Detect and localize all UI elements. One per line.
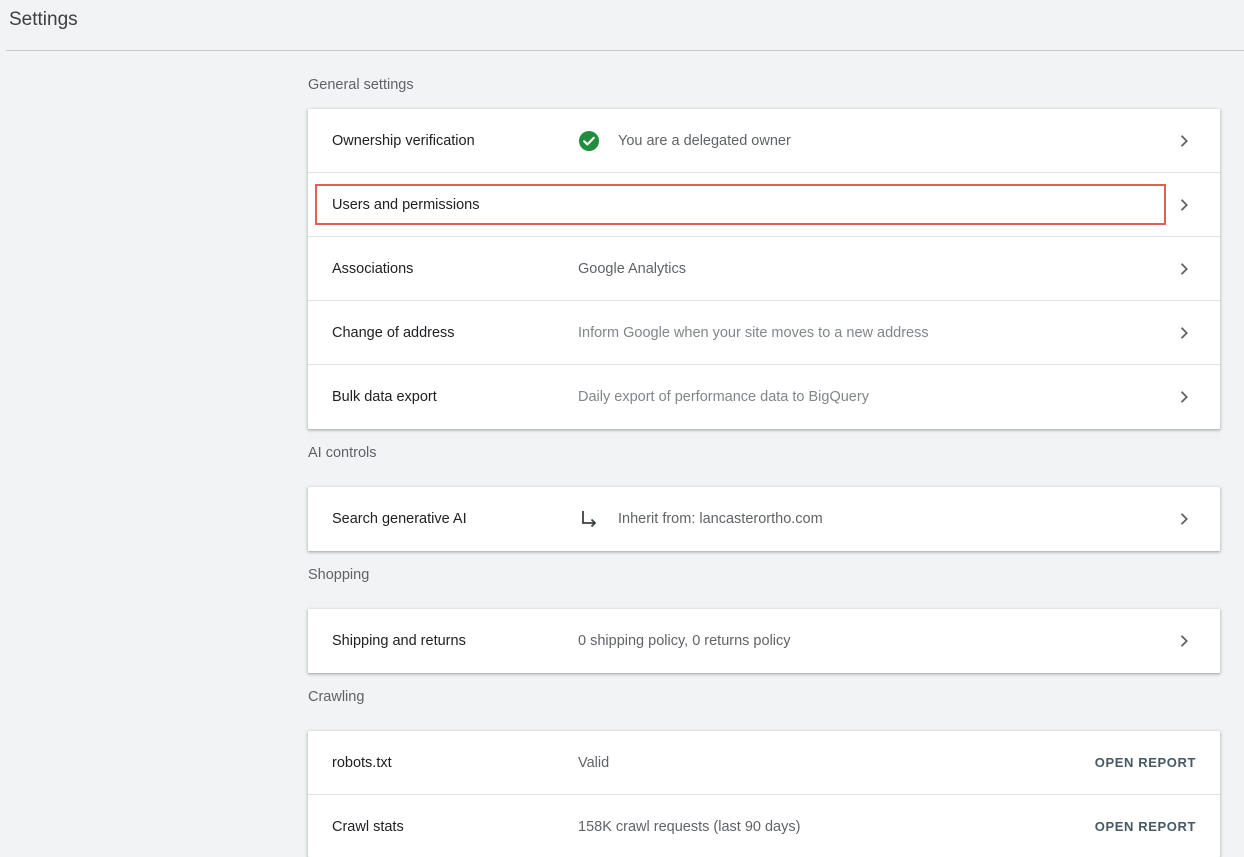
chevron-right-icon[interactable] <box>1176 133 1192 149</box>
open-report-button[interactable]: OPEN REPORT <box>1095 795 1196 857</box>
row-label: Shipping and returns <box>332 633 466 649</box>
chevron-right-icon[interactable] <box>1176 261 1192 277</box>
section-title-crawling: Crawling <box>308 689 365 705</box>
section-title-general: General settings <box>308 77 414 93</box>
crawling-card: robots.txt Valid OPEN REPORT Crawl stats… <box>308 731 1220 857</box>
row-search-generative-ai[interactable]: Search generative AI Inherit from: lanca… <box>308 487 1220 551</box>
ai-controls-card: Search generative AI Inherit from: lanca… <box>308 487 1220 551</box>
row-label: Search generative AI <box>332 511 467 527</box>
row-value: Valid <box>578 755 610 771</box>
row-ownership-verification[interactable]: Ownership verification You are a delegat… <box>308 109 1220 173</box>
row-label: Change of address <box>332 325 455 341</box>
section-title-shopping: Shopping <box>308 567 370 583</box>
open-report-button[interactable]: OPEN REPORT <box>1095 731 1196 795</box>
row-label: Ownership verification <box>332 133 475 149</box>
page-header: Settings <box>0 0 1244 51</box>
row-value: Daily export of performance data to BigQ… <box>578 389 869 405</box>
row-label: Bulk data export <box>332 389 437 405</box>
row-label: Crawl stats <box>332 819 404 835</box>
row-change-of-address[interactable]: Change of address Inform Google when you… <box>308 301 1220 365</box>
row-associations[interactable]: Associations Google Analytics <box>308 237 1220 301</box>
row-crawl-stats[interactable]: Crawl stats 158K crawl requests (last 90… <box>308 795 1220 857</box>
row-label: robots.txt <box>332 755 392 771</box>
row-value: Inherit from: lancasterortho.com <box>618 511 823 527</box>
shopping-card: Shipping and returns 0 shipping policy, … <box>308 609 1220 673</box>
check-circle-icon <box>579 131 599 151</box>
chevron-right-icon[interactable] <box>1176 197 1192 213</box>
row-shipping-and-returns[interactable]: Shipping and returns 0 shipping policy, … <box>308 609 1220 673</box>
section-title-ai-controls: AI controls <box>308 445 377 461</box>
row-value: You are a delegated owner <box>618 133 791 149</box>
row-label: Associations <box>332 261 414 277</box>
general-settings-card: Ownership verification You are a delegat… <box>308 109 1220 429</box>
row-robots-txt[interactable]: robots.txt Valid OPEN REPORT <box>308 731 1220 795</box>
row-value: Inform Google when your site moves to a … <box>578 325 929 341</box>
chevron-right-icon[interactable] <box>1176 325 1192 341</box>
subdirectory-arrow-icon <box>582 511 597 528</box>
chevron-right-icon[interactable] <box>1176 511 1192 527</box>
row-value: 158K crawl requests (last 90 days) <box>578 819 801 835</box>
page-title: Settings <box>9 9 78 30</box>
row-bulk-data-export[interactable]: Bulk data export Daily export of perform… <box>308 365 1220 429</box>
chevron-right-icon[interactable] <box>1176 389 1192 405</box>
row-users-and-permissions[interactable]: Users and permissions <box>308 173 1220 237</box>
row-value: Google Analytics <box>578 261 687 277</box>
settings-content: General settings Ownership verification … <box>308 51 1220 857</box>
row-label: Users and permissions <box>332 197 480 213</box>
chevron-right-icon[interactable] <box>1176 633 1192 649</box>
row-value: 0 shipping policy, 0 returns policy <box>578 633 791 649</box>
